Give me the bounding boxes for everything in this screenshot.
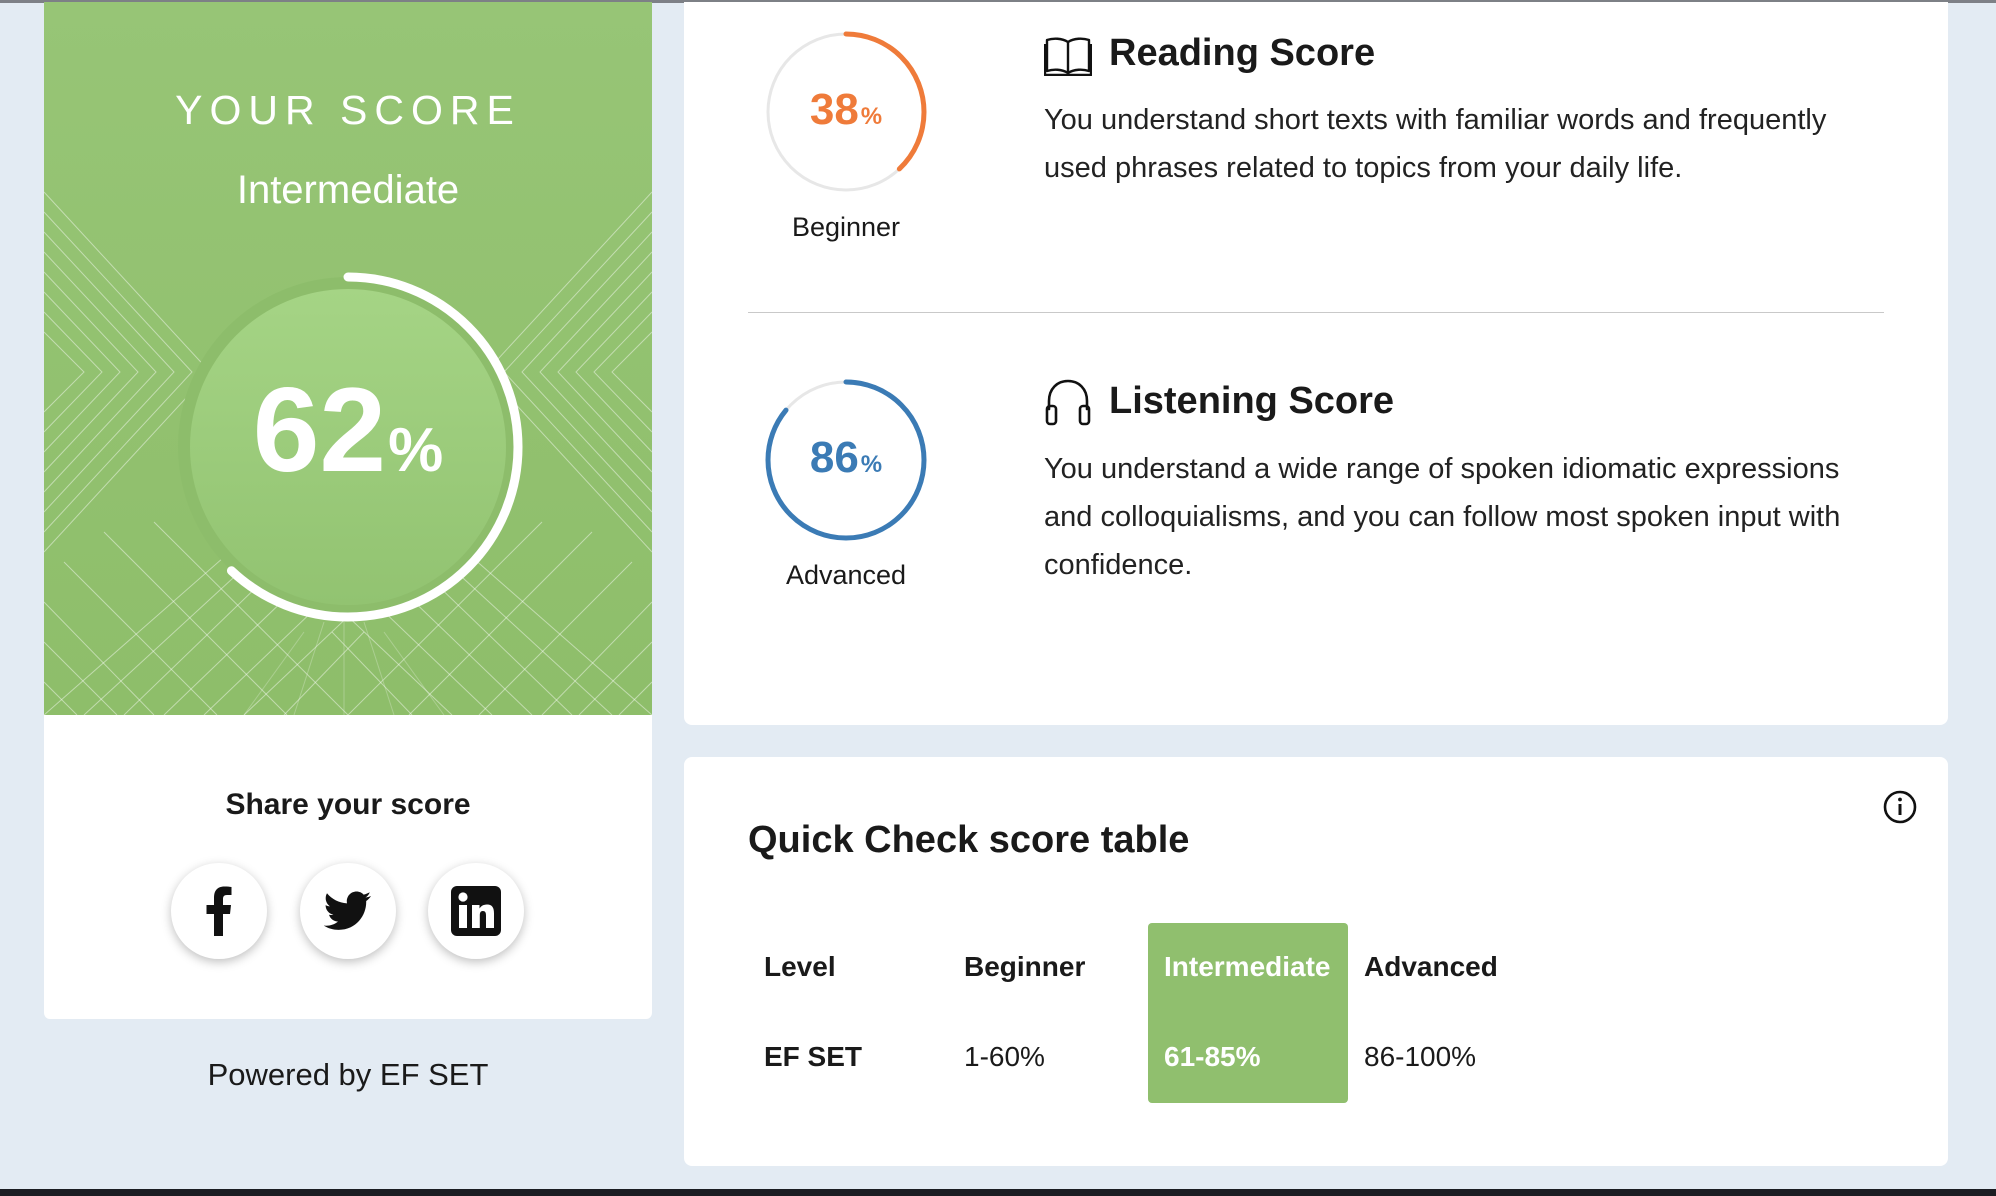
table-cell-intermediate: 61-85% xyxy=(1164,1041,1261,1072)
table-cell-advanced: 86-100% xyxy=(1364,1041,1477,1072)
reading-score-value: 38% xyxy=(809,85,883,134)
score-table-title: Quick Check score table xyxy=(748,819,1190,861)
table-header-level: Level xyxy=(764,951,836,982)
score-panel: YOUR SCORE Intermediate 62% xyxy=(44,2,652,715)
book-icon xyxy=(1044,37,1092,76)
twitter-share-button[interactable] xyxy=(300,863,396,959)
reading-score-description: You understand short texts with familiar… xyxy=(1044,104,1827,184)
facebook-share-button[interactable] xyxy=(171,863,267,959)
info-icon[interactable] xyxy=(1882,789,1918,825)
listening-score-title: Listening Score xyxy=(1109,380,1395,422)
your-score-heading: YOUR SCORE xyxy=(175,87,521,133)
listening-score-description: You understand a wide range of spoken id… xyxy=(1044,453,1841,581)
share-title: Share your score xyxy=(225,788,471,821)
facebook-icon xyxy=(206,886,232,936)
twitter-icon xyxy=(324,891,371,930)
table-row-label: EF SET xyxy=(764,1041,863,1072)
table-cell-beginner: 1-60% xyxy=(964,1041,1045,1072)
overall-score-card: YOUR SCORE Intermediate 62% Share your s… xyxy=(44,2,652,1019)
score-table-card: Quick Check score table Level Beginner I… xyxy=(684,757,1948,1166)
reading-score-title: Reading Score xyxy=(1109,32,1376,74)
section-divider xyxy=(748,312,1884,313)
linkedin-share-button[interactable] xyxy=(428,863,524,959)
listening-level-label: Advanced xyxy=(785,560,907,590)
powered-by-label: Powered by EF SET xyxy=(207,1057,489,1092)
headphones-icon xyxy=(1045,379,1091,426)
reading-level-label: Beginner xyxy=(791,212,901,242)
table-header-advanced: Advanced xyxy=(1364,951,1498,982)
listening-score-value: 86% xyxy=(809,433,883,482)
section-scores-card: 38% Beginner Reading Score You understan… xyxy=(684,2,1948,725)
overall-level-label: Intermediate xyxy=(236,168,460,212)
overall-score-value: 62% xyxy=(252,363,444,497)
table-header-intermediate: Intermediate xyxy=(1164,951,1331,982)
linkedin-icon xyxy=(451,886,501,936)
table-header-beginner: Beginner xyxy=(964,951,1086,982)
bottom-bar xyxy=(0,1189,1996,1196)
